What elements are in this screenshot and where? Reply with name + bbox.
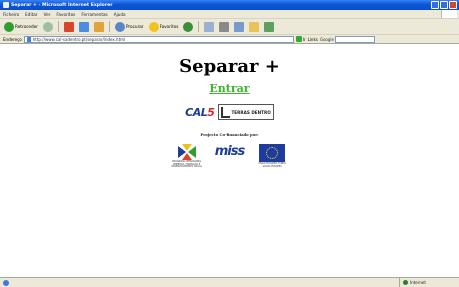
poefds-caption: PROGRAMA OPERACIONAL EMPREGO, FORMAÇÃO E… — [171, 160, 202, 169]
print-icon — [219, 21, 230, 32]
search-label: Procurar — [125, 24, 144, 29]
terras-dentro-logo: TERRAS DENTRO — [218, 104, 274, 120]
messenger-button[interactable] — [263, 21, 275, 33]
home-button[interactable] — [93, 21, 105, 33]
miss-logo: miss — [214, 144, 246, 159]
stop-button[interactable] — [63, 21, 75, 33]
links-label[interactable]: Links — [308, 37, 318, 42]
go-arrow-icon — [295, 36, 302, 42]
status-bar: Internet — [0, 277, 459, 287]
google-search-input[interactable] — [334, 35, 375, 43]
search-icon — [114, 21, 125, 32]
eu-caption: UNIÃO EUROPEIA FUNDO SOCIAL EUROPEU — [258, 162, 286, 168]
cofinanced-label: Projecto Co-financiado por: — [200, 132, 259, 137]
page-title: Separar + — [179, 56, 280, 77]
security-zone: Internet — [399, 278, 459, 287]
standard-toolbar: Retroceder Procurar Favoritos — [0, 18, 459, 34]
sponsor-logos-row: PROGRAMA OPERACIONAL EMPREGO, FORMAÇÃO E… — [0, 144, 459, 169]
media-icon — [183, 21, 194, 32]
sponsor-eu: UNIÃO EUROPEIA FUNDO SOCIAL EUROPEU — [256, 144, 288, 168]
messenger-icon — [264, 21, 275, 32]
toolbar-separator — [198, 21, 200, 32]
maximize-button[interactable] — [440, 1, 448, 9]
done-icon — [3, 279, 9, 286]
terras-dentro-text: TERRAS DENTRO — [231, 109, 271, 115]
window-controls — [431, 1, 457, 9]
star-icon — [148, 21, 159, 32]
go-label: Ir — [302, 36, 306, 42]
sponsor-miss: miss — [214, 144, 246, 159]
toolbar-separator — [108, 21, 110, 32]
menu-item-favorites[interactable]: Favoritos — [56, 12, 75, 17]
window-titlebar[interactable]: Separar + - Microsoft Internet Explorer — [0, 0, 459, 10]
partner-logos-row: CAL5 TERRAS DENTRO — [0, 104, 459, 120]
page-icon — [26, 36, 31, 42]
cal-logo-accent: 5 — [207, 105, 215, 119]
minimize-button[interactable] — [431, 1, 439, 9]
mail-icon — [204, 21, 215, 32]
address-url: http://www.cal-sadentro.pt/separar/index… — [32, 36, 126, 42]
folder-icon — [249, 21, 260, 32]
close-button[interactable] — [449, 1, 457, 9]
back-arrow-icon — [4, 21, 14, 32]
edit-button[interactable] — [233, 21, 245, 33]
terras-dentro-icon — [221, 106, 231, 118]
forward-arrow-icon — [42, 21, 53, 32]
address-label: Endereço — [3, 36, 22, 42]
search-button[interactable]: Procurar — [114, 21, 145, 33]
menu-item-tools[interactable]: Ferramentas — [81, 12, 107, 17]
stop-icon — [63, 21, 74, 32]
go-button[interactable]: Ir — [295, 36, 306, 42]
mail-button[interactable] — [203, 21, 215, 33]
menu-item-file[interactable]: Ficheiro — [3, 12, 19, 17]
address-bar: Endereço http://www.cal-sadentro.pt/sepa… — [0, 34, 459, 44]
zone-label: Internet — [410, 280, 426, 285]
edit-icon — [234, 21, 245, 32]
address-input[interactable]: http://www.cal-sadentro.pt/separar/index… — [23, 35, 294, 43]
back-label: Retroceder — [15, 24, 38, 29]
forward-button[interactable] — [42, 21, 54, 33]
menu-item-view[interactable]: Ver — [44, 12, 51, 17]
cal-logo-text: CAL — [185, 105, 208, 119]
page-content: Separar + Entrar CAL5 TERRAS DENTRO Proj… — [0, 44, 459, 277]
sponsor-poefds: PROGRAMA OPERACIONAL EMPREGO, FORMAÇÃO E… — [171, 144, 203, 169]
ie-icon — [3, 2, 9, 8]
entrar-link[interactable]: Entrar — [0, 82, 459, 95]
refresh-icon — [78, 21, 89, 32]
globe-icon — [403, 280, 408, 285]
poefds-logo-icon — [177, 144, 196, 160]
favorites-label: Favoritos — [159, 24, 179, 29]
toolbar-separator — [57, 21, 59, 32]
print-button[interactable] — [218, 21, 230, 33]
home-icon — [93, 21, 104, 32]
window-title: Separar + - Microsoft Internet Explorer — [11, 2, 113, 8]
menu-item-edit[interactable]: Editar — [25, 12, 37, 17]
google-toolbar: Google — [319, 35, 375, 43]
windows-logo-icon — [441, 10, 457, 18]
cal-logo: CAL5 — [185, 105, 215, 119]
google-label: Google — [319, 36, 334, 42]
favorites-button[interactable]: Favoritos — [148, 21, 180, 33]
back-button[interactable]: Retroceder — [3, 21, 39, 33]
menu-bar: Ficheiro Editar Ver Favoritos Ferramenta… — [0, 10, 459, 18]
eu-flag-icon — [259, 144, 286, 162]
folder-button[interactable] — [248, 21, 260, 33]
menu-item-help[interactable]: Ajuda — [114, 12, 126, 17]
refresh-button[interactable] — [78, 21, 90, 33]
media-button[interactable] — [182, 21, 194, 33]
